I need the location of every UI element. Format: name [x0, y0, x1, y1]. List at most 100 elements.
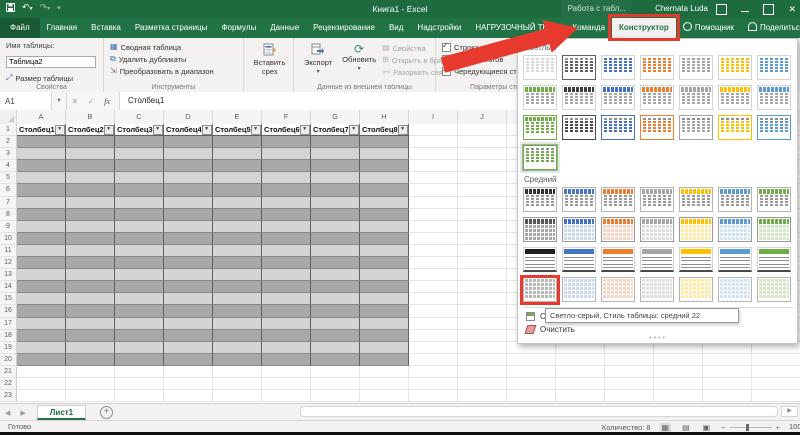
column-header-E[interactable]: E — [213, 110, 262, 124]
restore-icon[interactable] — [763, 4, 774, 15]
cell-A18[interactable] — [17, 330, 66, 342]
cell-J4[interactable] — [458, 160, 507, 172]
table-style-thumb-grid[interactable] — [718, 217, 752, 242]
cell-J14[interactable] — [458, 281, 507, 293]
cell-J3[interactable] — [458, 148, 507, 160]
cell-H7[interactable] — [360, 197, 409, 209]
cell-B2[interactable] — [66, 136, 115, 148]
cell-I3[interactable] — [409, 148, 458, 160]
cell-B10[interactable] — [66, 233, 115, 245]
table-style-thumb-mhdr2[interactable] — [601, 247, 635, 272]
cell-J22[interactable] — [458, 378, 507, 390]
cell-H20[interactable] — [360, 354, 409, 366]
cell-G4[interactable] — [311, 160, 360, 172]
table-style-thumb-hdr[interactable] — [757, 85, 791, 110]
table-style-thumb-bord[interactable] — [640, 115, 674, 140]
cell-J7[interactable] — [458, 197, 507, 209]
table-style-thumb-lgrid[interactable] — [757, 277, 791, 302]
cell-A21[interactable] — [17, 366, 66, 378]
row-header-18[interactable]: 18 — [0, 330, 17, 342]
cell-G10[interactable] — [311, 233, 360, 245]
cell-C6[interactable] — [115, 184, 164, 196]
cell-F7[interactable] — [262, 197, 311, 209]
insert-function-icon[interactable]: fx — [99, 97, 115, 106]
cell-I22[interactable] — [409, 378, 458, 390]
cell-H22[interactable] — [360, 378, 409, 390]
cell-F21[interactable] — [262, 366, 311, 378]
cell-E4[interactable] — [213, 160, 262, 172]
cell-F12[interactable] — [262, 257, 311, 269]
cell-C5[interactable] — [115, 172, 164, 184]
table-style-thumb-mhdr2[interactable] — [562, 247, 596, 272]
table-style-thumb-bord[interactable] — [562, 115, 596, 140]
row-header-14[interactable]: 14 — [0, 281, 17, 293]
cell-H11[interactable] — [360, 245, 409, 257]
cell-H13[interactable] — [360, 269, 409, 281]
cell-G17[interactable] — [311, 318, 360, 330]
row-header-13[interactable]: 13 — [0, 269, 17, 281]
cell-B9[interactable] — [66, 221, 115, 233]
cell-J17[interactable] — [458, 318, 507, 330]
table-style-thumb-grid[interactable] — [640, 217, 674, 242]
gallery-resize-grip[interactable]: •••• — [523, 336, 793, 342]
ribbon-tab-нагрузочный-тест[interactable]: НАГРУЗОЧНЫЙ ТЕСТ — [468, 18, 565, 38]
cell-P21[interactable] — [752, 366, 800, 378]
cell-I1[interactable] — [409, 124, 458, 136]
table-name-input[interactable] — [6, 56, 96, 68]
cell-J10[interactable] — [458, 233, 507, 245]
cell-E12[interactable] — [213, 257, 262, 269]
cell-G18[interactable] — [311, 330, 360, 342]
cell-G9[interactable] — [311, 221, 360, 233]
row-header-16[interactable]: 16 — [0, 305, 17, 317]
cell-J9[interactable] — [458, 221, 507, 233]
cell-I23[interactable] — [409, 390, 458, 402]
table-style-thumb-bhdr[interactable] — [523, 115, 557, 140]
cell-D15[interactable] — [164, 293, 213, 305]
cell-E10[interactable] — [213, 233, 262, 245]
table-style-thumb-mhdr2[interactable] — [757, 247, 791, 272]
cell-A1[interactable]: Столбец1▼ — [17, 124, 66, 136]
column-header-I[interactable]: I — [409, 110, 458, 124]
filter-dropdown-icon[interactable]: ▼ — [55, 125, 65, 135]
cell-D22[interactable] — [164, 378, 213, 390]
cell-M20[interactable] — [605, 354, 654, 366]
cell-L23[interactable] — [556, 390, 605, 402]
cell-D14[interactable] — [164, 281, 213, 293]
table-style-thumb-lines[interactable] — [640, 55, 674, 80]
cell-H8[interactable] — [360, 209, 409, 221]
table-style-thumb-hdr[interactable] — [562, 85, 596, 110]
cell-C8[interactable] — [115, 209, 164, 221]
cell-N22[interactable] — [654, 378, 703, 390]
cell-N20[interactable] — [654, 354, 703, 366]
cell-F9[interactable] — [262, 221, 311, 233]
table-style-thumb-mhdr[interactable] — [718, 187, 752, 212]
row-header-23[interactable]: 23 — [0, 390, 17, 402]
cell-J16[interactable] — [458, 305, 507, 317]
cell-A23[interactable] — [17, 390, 66, 402]
cell-D23[interactable] — [164, 390, 213, 402]
name-box-dropdown-icon[interactable]: ▼ — [52, 92, 67, 110]
cell-F1[interactable]: Столбец6▼ — [262, 124, 311, 136]
cell-L22[interactable] — [556, 378, 605, 390]
table-style-thumb-none[interactable] — [523, 55, 557, 80]
cell-J23[interactable] — [458, 390, 507, 402]
cell-I8[interactable] — [409, 209, 458, 221]
pivot-table-button[interactable]: ▦ Сводная таблица — [110, 41, 239, 53]
cell-P22[interactable] — [752, 378, 800, 390]
remove-duplicates-button[interactable]: ⧉ Удалить дубликаты — [110, 53, 239, 65]
export-button[interactable]: Экспорт ▾ — [300, 41, 336, 80]
minimize-icon[interactable] — [741, 11, 749, 12]
cell-B23[interactable] — [66, 390, 115, 402]
cell-I15[interactable] — [409, 293, 458, 305]
cell-A6[interactable] — [17, 184, 66, 196]
table-style-thumb-bord[interactable] — [523, 145, 557, 170]
cell-B20[interactable] — [66, 354, 115, 366]
zoom-out-icon[interactable]: − — [721, 423, 725, 432]
row-header-15[interactable]: 15 — [0, 293, 17, 305]
cell-B6[interactable] — [66, 184, 115, 196]
cell-H16[interactable] — [360, 305, 409, 317]
cell-F15[interactable] — [262, 293, 311, 305]
row-header-20[interactable]: 20 — [0, 354, 17, 366]
filter-dropdown-icon[interactable]: ▼ — [349, 125, 359, 135]
column-header-H[interactable]: H — [360, 110, 409, 124]
